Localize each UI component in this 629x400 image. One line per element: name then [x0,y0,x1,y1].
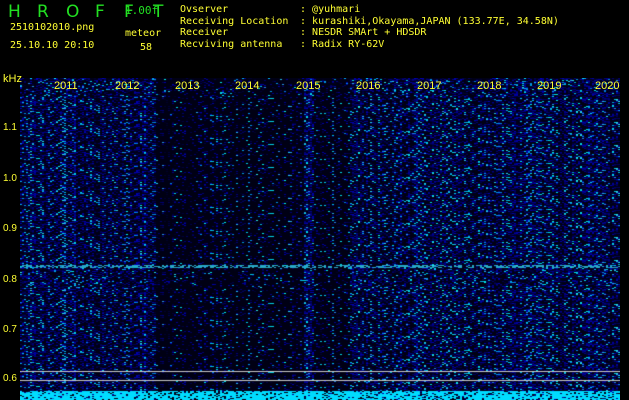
y-tick: 1.0 [3,173,17,184]
axis-unit: kHz [3,73,22,85]
info-label: Ovserver [180,4,229,15]
y-tick: 1.1 [3,122,17,133]
y-tick: 0.8 [3,274,17,285]
filename: 2510102010.png [10,22,95,33]
waterfall-spectrogram [20,78,620,400]
info-value: @yuhmari [312,4,361,15]
y-tick: 0.7 [3,324,17,335]
year-label: 2013 [175,80,200,92]
info-value: NESDR SMArt + HDSDR [312,27,427,38]
meteor-count: 58 [140,42,153,53]
info-value: Radix RY-62V [312,38,385,50]
year-label: 2016 [356,80,381,92]
title-letter: O [66,2,80,22]
info-row: Ovserver: @yuhmari [180,4,361,15]
title-letter: R [37,2,49,22]
year-label: 2017 [417,80,442,92]
year-label: 2019 [537,80,562,92]
station-info: Ovserver: @yuhmari Receiving Location: k… [180,4,559,50]
info-row: Receiving Location: kurashiki,Okayama,JA… [180,15,559,27]
year-label: 2014 [235,80,260,92]
y-tick: 0.9 [3,223,17,234]
info-row: Receiver: NESDR SMArt + HDSDR [180,27,427,38]
year-label: 2015 [296,80,321,92]
info-value: kurashiki,Okayama,JAPAN (133.77E, 34.58N… [312,15,559,27]
year-label: 2012 [115,80,140,92]
year-label: 2018 [477,80,502,92]
title-letter: F [95,2,105,22]
title-letter: H [8,2,21,22]
info-label: Recviving antenna [180,38,283,50]
info-label: Receiver [180,27,229,38]
year-label: 2011 [54,80,78,92]
year-label: 2020 [595,80,620,92]
y-tick: 0.6 [3,373,17,384]
meteor-label: meteor [125,28,162,39]
version-label: 1.00f [125,4,159,17]
datetime: 25.10.10 20:10 [10,40,95,51]
info-row: Recviving antenna: Radix RY-62V [180,38,385,50]
info-label: Receiving Location [180,15,289,27]
